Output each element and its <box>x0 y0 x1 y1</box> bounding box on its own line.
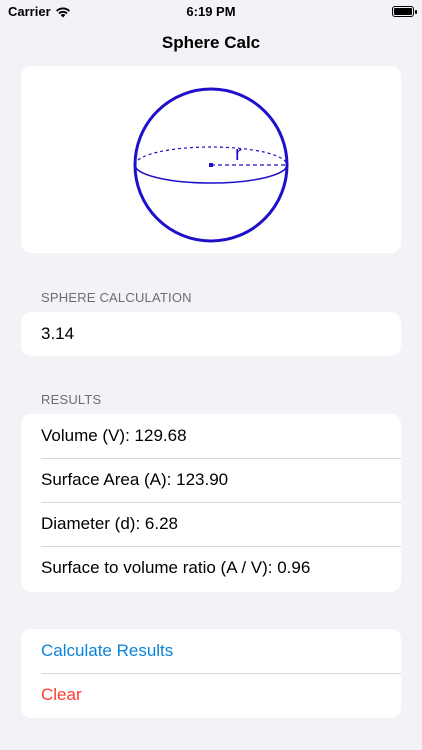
equator-back <box>134 146 288 166</box>
sphere-diagram: r <box>133 87 289 243</box>
result-surface-area: Surface Area (A): 123.90 <box>21 458 401 502</box>
results-header: RESULTS <box>41 392 102 407</box>
status-bar: Carrier 6:19 PM <box>0 0 422 24</box>
calculate-results-button[interactable]: Calculate Results <box>21 629 401 673</box>
results-card: Volume (V): 129.68 Surface Area (A): 123… <box>21 414 401 592</box>
radius-input-card <box>21 312 401 356</box>
sphere-illustration-card: r <box>21 66 401 253</box>
equator-front <box>134 164 288 184</box>
radius-label: r <box>235 143 242 165</box>
battery-icon <box>392 6 417 17</box>
result-diameter: Diameter (d): 6.28 <box>21 502 401 546</box>
actions-card: Calculate Results Clear <box>21 629 401 718</box>
page-title: Sphere Calc <box>161 33 261 52</box>
sphere-calculation-header: SPHERE CALCULATION <box>41 290 192 305</box>
center-point <box>209 163 213 167</box>
radius-input-row <box>21 312 401 356</box>
status-time: 6:19 PM <box>186 4 236 19</box>
clear-button[interactable]: Clear <box>21 673 401 717</box>
result-surface-volume-ratio: Surface to volume ratio (A / V): 0.96 <box>21 546 401 590</box>
radius-input[interactable] <box>41 324 381 344</box>
result-volume: Volume (V): 129.68 <box>41 426 187 445</box>
